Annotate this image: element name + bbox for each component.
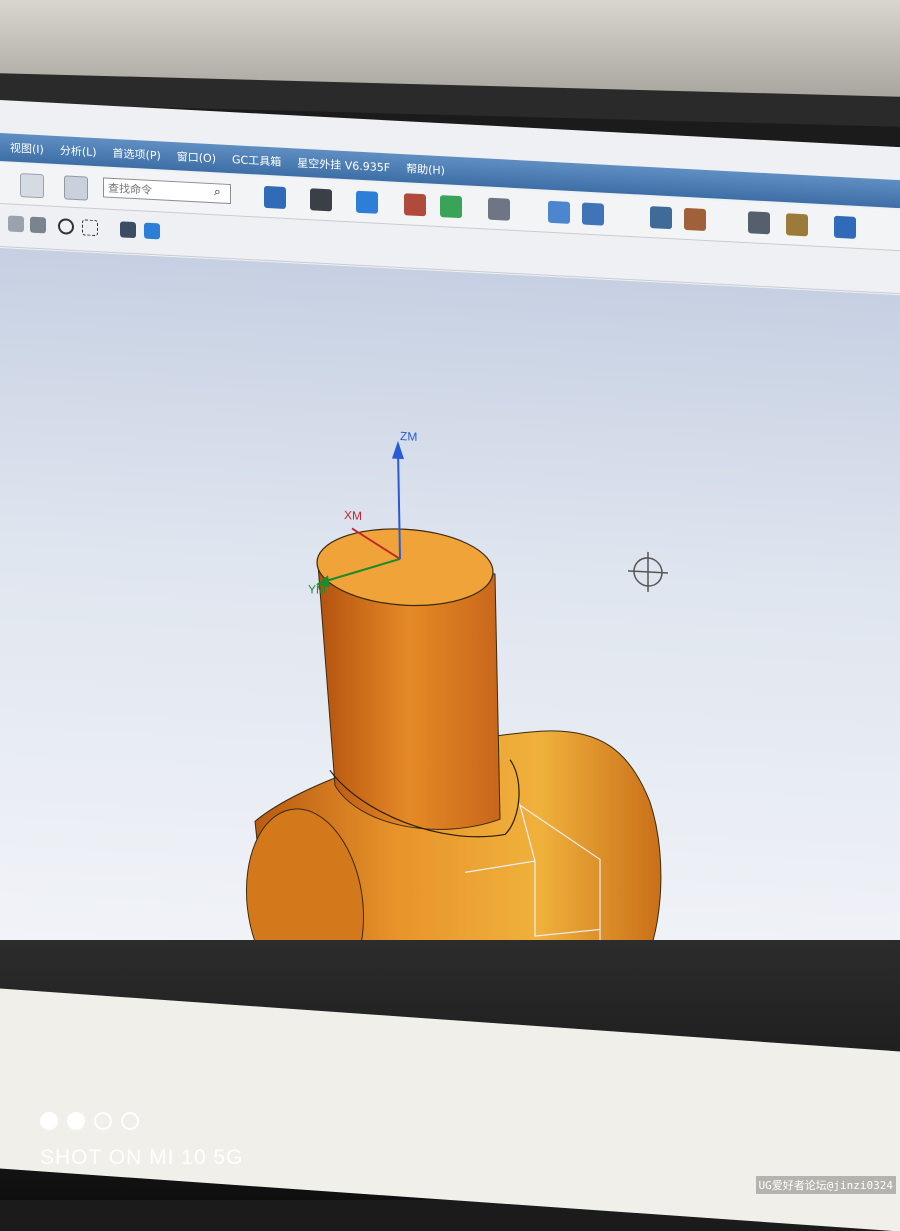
point-icon[interactable] bbox=[8, 215, 24, 233]
photo-scene: 视图(I) 分析(L) 首选项(P) 窗口(O) GC工具箱 星空外挂 V6.9… bbox=[0, 0, 900, 1231]
mirror-icon[interactable] bbox=[582, 202, 604, 226]
background-icon[interactable] bbox=[488, 197, 510, 221]
camera-logo-dots bbox=[40, 1112, 139, 1130]
snap-icon[interactable] bbox=[20, 173, 44, 199]
search-icon[interactable]: ⌕ bbox=[214, 184, 221, 199]
command-search-input[interactable] bbox=[103, 177, 231, 205]
model-canvas bbox=[245, 440, 668, 1007]
z-axis-label: ZM bbox=[400, 428, 418, 444]
menu-help[interactable]: 帮助(H) bbox=[406, 160, 445, 178]
camera-dot bbox=[94, 1112, 112, 1130]
z-axis-arrow bbox=[392, 440, 404, 460]
box-select-icon[interactable] bbox=[82, 219, 98, 237]
filter-icon[interactable] bbox=[64, 175, 88, 201]
y-axis-label: YM bbox=[308, 582, 326, 598]
circle-snap-icon[interactable] bbox=[58, 218, 74, 235]
solid-icon[interactable] bbox=[144, 222, 160, 240]
section-icon[interactable] bbox=[440, 195, 462, 219]
graphics-viewport[interactable]: ZM XM YM bbox=[0, 248, 900, 1016]
camera-dot bbox=[67, 1112, 85, 1130]
x-axis-label: XM bbox=[344, 508, 362, 523]
assembly-icon[interactable] bbox=[748, 211, 770, 235]
solid-block-icon[interactable] bbox=[356, 190, 378, 214]
camera-watermark-text: SHOT ON MI 10 5G bbox=[40, 1146, 244, 1169]
cad-window: 视图(I) 分析(L) 首选项(P) 窗口(O) GC工具箱 星空外挂 V6.9… bbox=[0, 100, 900, 1028]
menu-gc-toolbox[interactable]: GC工具箱 bbox=[232, 151, 281, 170]
menu-view[interactable]: 视图(I) bbox=[10, 140, 44, 158]
wcs-icon[interactable] bbox=[684, 207, 706, 231]
menu-preferences[interactable]: 首选项(P) bbox=[113, 145, 161, 164]
forum-watermark: UG爱好者论坛@jinzi0324 bbox=[755, 1176, 896, 1194]
fit-view-icon[interactable] bbox=[264, 185, 286, 209]
move-icon[interactable] bbox=[548, 200, 570, 224]
crosshair-cursor-icon bbox=[628, 551, 668, 592]
body-icon[interactable] bbox=[120, 221, 136, 239]
tools-icon[interactable] bbox=[786, 213, 808, 237]
camera-dot bbox=[121, 1112, 139, 1130]
shaded-view-icon[interactable] bbox=[310, 188, 332, 212]
menu-analysis[interactable]: 分析(L) bbox=[60, 142, 97, 160]
menu-plugin[interactable]: 星空外挂 V6.935F bbox=[297, 155, 390, 176]
nav-arrows-icon[interactable] bbox=[834, 215, 856, 239]
face-color-icon[interactable] bbox=[404, 193, 426, 217]
camera-dot bbox=[40, 1112, 58, 1130]
layer-icon[interactable] bbox=[650, 206, 672, 230]
menu-window[interactable]: 窗口(O) bbox=[177, 148, 216, 166]
line-icon[interactable] bbox=[30, 216, 46, 234]
